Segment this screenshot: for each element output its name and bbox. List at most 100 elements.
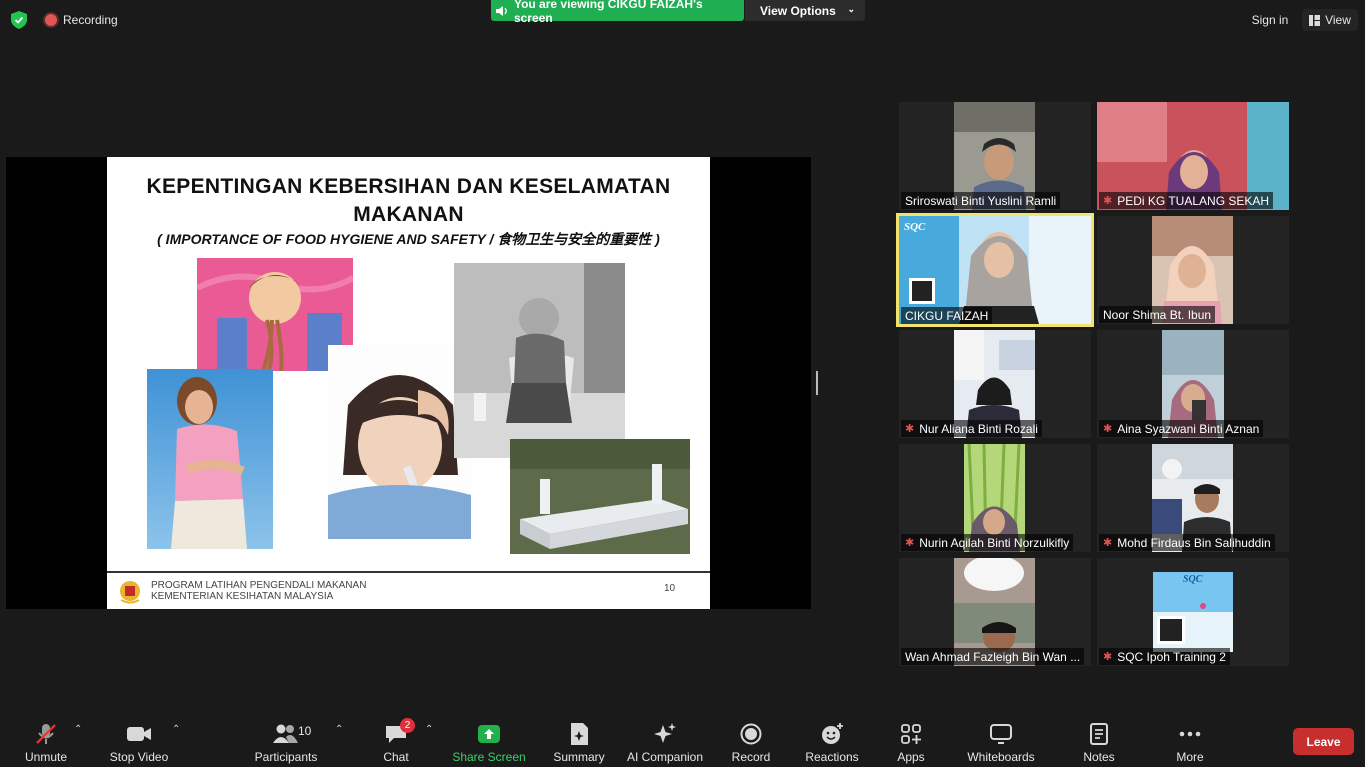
whiteboards-button[interactable]: Whiteboards [964,722,1038,766]
slide-subtitle: ( IMPORTANCE OF FOOD HYGIENE AND SAFETY … [157,231,660,247]
participant-name: CIKGU FAIZAH [901,307,993,324]
unmute-label: Unmute [24,750,68,764]
slide-page-number: 10 [664,583,676,594]
grave-image [510,439,690,554]
viewing-screen-banner: You are viewing CIKGU FAIZAH's screen [491,0,744,25]
slide-footer-line2: KEMENTERIAN KESIHATAN MALAYSIA [151,591,334,602]
summary-button[interactable]: Summary [550,722,608,766]
participant-tile[interactable]: ✱ Mohd Firdaus Bin Salihuddin [1097,444,1289,552]
participant-name: ✱ Mohd Firdaus Bin Salihuddin [1099,534,1275,551]
participant-name: ✱ Nurin Aqilah Binti Norzulkifly [901,534,1074,551]
apps-label: Apps [897,750,925,764]
slide-footer-line1: PROGRAM LATIHAN PENGENDALI MAKANAN [151,580,367,591]
muted-mic-icon: ✱ [1103,537,1113,549]
participant-name: ✱ SQC Ipoh Training 2 [1099,648,1230,665]
ai-sparkle-icon [654,723,676,743]
chevron-down-icon: ⌄ [847,4,855,14]
record-button[interactable]: Record [730,722,772,766]
more-button[interactable]: More [1172,722,1208,766]
share-screen-label: Share Screen [452,750,526,764]
share-screen-icon [478,725,500,743]
security-shield-icon[interactable] [11,11,27,29]
participant-tile-active-speaker[interactable]: SQC CIKGU FAIZAH [896,213,1094,327]
record-label: Record [731,750,771,764]
notes-label: Notes [1083,750,1115,764]
slide-footer: PROGRAM LATIHAN PENGENDALI MAKANAN KEMEN… [151,580,366,602]
stomach-ache-woman-image [147,369,273,549]
summary-label: Summary [553,750,605,764]
participant-name: Noor Shima Bt. Ibun [1099,306,1216,323]
share-screen-button[interactable]: Share Screen [452,722,526,766]
apps-button[interactable]: Apps [896,722,926,766]
participant-tile[interactable]: SQC ✱ SQC Ipoh Training 2 [1097,558,1289,666]
slide-title: KEPENTINGAN KEBERSIHAN DAN KESELAMATAN M… [107,173,710,229]
participants-label: Participants [254,750,318,764]
chat-button[interactable]: 2 Chat [382,718,415,766]
split-view-handle[interactable] [816,371,818,395]
slide-footer-divider [107,571,710,573]
audio-options-chevron-icon[interactable]: ⌃ [74,724,82,735]
muted-mic-icon: ✱ [1103,651,1113,663]
view-options-label: View Options [760,3,836,18]
summary-document-icon [571,723,588,745]
muted-mic-icon: ✱ [1103,195,1113,207]
reactions-smiley-icon [822,723,843,744]
participant-tile[interactable]: ✱ Nur Aliana Binti Rozali [899,330,1091,438]
recording-label: Recording [63,13,118,27]
participant-name: ✱ Nur Aliana Binti Rozali [901,420,1042,437]
speaker-icon [495,5,507,16]
malaysia-crest-icon [120,581,140,604]
record-icon [740,723,762,745]
participant-name: Wan Ahmad Fazleigh Bin Wan ... [901,648,1085,665]
viewing-banner-text: You are viewing CIKGU FAIZAH's screen [513,0,703,25]
muted-mic-icon: ✱ [905,423,915,435]
participant-tile[interactable]: Wan Ahmad Fazleigh Bin Wan ... [899,558,1091,666]
participant-tile[interactable]: Sriroswati Binti Yuslini Ramli [899,102,1091,210]
shared-screen[interactable]: KEPENTINGAN KEBERSIHAN DAN KESELAMATAN M… [6,157,811,609]
more-dots-icon [1179,731,1201,737]
grid-icon [1309,14,1321,26]
stop-video-button[interactable]: Stop Video [106,722,172,766]
reactions-button[interactable]: Reactions [804,722,860,766]
ai-companion-button[interactable]: AI Companion [626,722,704,766]
whiteboards-label: Whiteboards [967,750,1035,764]
participants-options-chevron-icon[interactable]: ⌃ [335,724,343,735]
participant-name: Sriroswati Binti Yuslini Ramli [901,192,1061,209]
participants-icon [273,724,298,743]
muted-mic-icon: ✱ [1103,423,1113,435]
meeting-top-bar: Recording You are viewing CIKGU FAIZAH's… [0,0,1365,40]
view-label: View [1325,13,1351,27]
ai-companion-label: AI Companion [626,750,704,764]
svg-text:SQC: SQC [1183,574,1203,585]
chat-options-chevron-icon[interactable]: ⌃ [425,724,433,735]
whiteboard-icon [990,724,1012,744]
chat-unread-badge: 2 [400,718,415,733]
svg-text:SQC: SQC [904,221,926,233]
leave-button[interactable]: Leave [1293,728,1354,755]
participants-count: 10 [298,724,312,738]
view-button[interactable]: View [1302,9,1358,31]
notes-button[interactable]: Notes [1080,722,1118,766]
slide-title-line2: MAKANAN [353,203,464,226]
apps-icon [901,724,921,744]
sign-in-button[interactable]: Sign in [1245,9,1295,31]
participant-name: ✱ PEDi KG TUALANG SEKAH [1099,192,1274,209]
video-camera-icon [127,727,151,741]
sick-child-thermometer-image [328,345,471,539]
participant-tile[interactable]: ✱ PEDi KG TUALANG SEKAH [1097,102,1289,210]
unmute-button[interactable]: Unmute [20,722,72,766]
view-options-button[interactable]: View Options ⌄ [745,0,865,21]
notes-icon [1090,723,1108,745]
participant-name: ✱ Aina Syazwani Binti Aznan [1099,420,1264,437]
participant-tile[interactable]: Noor Shima Bt. Ibun [1097,216,1289,324]
participants-button[interactable]: 10 Participants [254,722,318,766]
participant-tile[interactable]: ✱ Nurin Aqilah Binti Norzulkifly [899,444,1091,552]
toddler-toilet-image [454,263,625,458]
muted-mic-icon: ✱ [905,537,915,549]
participant-tile[interactable]: ✱ Aina Syazwani Binti Aznan [1097,330,1289,438]
muted-microphone-icon [36,724,56,744]
reactions-label: Reactions [805,750,859,764]
recording-indicator[interactable]: Recording [45,13,118,27]
video-options-chevron-icon[interactable]: ⌃ [172,724,180,735]
recording-dot-icon [45,14,57,26]
